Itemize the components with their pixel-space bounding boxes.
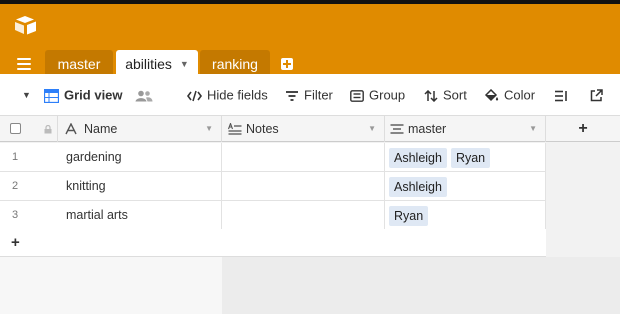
collaborators-icon[interactable]	[135, 74, 158, 116]
linked-record-pill[interactable]: Ashleigh	[389, 176, 447, 197]
row-number: 3	[12, 209, 19, 221]
linked-record-icon	[390, 124, 404, 134]
group-button[interactable]: Group	[350, 74, 405, 116]
add-table-icon[interactable]	[281, 58, 293, 70]
base-header: master abilities ▼ ranking	[0, 0, 620, 78]
table-row[interactable]: 1 gardening Ashleigh Ryan	[0, 143, 546, 172]
add-record-icon[interactable]: +	[11, 234, 20, 251]
add-record-row[interactable]: +	[0, 229, 546, 257]
cell-notes[interactable]	[222, 201, 385, 229]
text-field-icon	[65, 123, 77, 135]
cell-master[interactable]: Ashleigh	[385, 172, 546, 200]
color-label: Color	[504, 87, 536, 103]
row-height-icon[interactable]	[554, 74, 573, 116]
sort-button[interactable]: Sort	[424, 74, 467, 116]
view-switcher[interactable]: Grid view	[43, 74, 123, 116]
lock-icon	[44, 125, 52, 134]
sort-icon	[424, 89, 438, 102]
view-toolbar: ▼ Grid view Hide fields Filter Group Sor…	[0, 74, 620, 116]
row-number: 2	[12, 180, 19, 192]
share-view-icon[interactable]	[590, 74, 608, 116]
cell-name[interactable]: gardening	[58, 143, 222, 171]
hide-fields-button[interactable]: Hide fields	[187, 74, 268, 116]
grid-view: Name ▼ Notes ▼ master ▼ + 1 gardening As…	[0, 116, 620, 314]
empty-grid-area	[222, 257, 620, 314]
hamburger-menu-icon[interactable]	[17, 58, 31, 70]
view-name: Grid view	[64, 87, 123, 103]
table-row[interactable]: 2 knitting Ashleigh	[0, 172, 546, 201]
grid-header: Name ▼ Notes ▼ master ▼ +	[0, 116, 620, 142]
airtable-logo-icon[interactable]	[14, 15, 38, 35]
column-label: Notes	[246, 122, 279, 136]
linked-record-pill[interactable]: Ryan	[389, 205, 429, 226]
row-number-cell: 3	[0, 201, 58, 229]
column-label: Name	[84, 122, 118, 136]
app-window: master abilities ▼ ranking ▼ Grid view Hi…	[0, 0, 620, 314]
color-button[interactable]: Color	[484, 74, 535, 116]
column-header-notes[interactable]: Notes ▼	[222, 116, 385, 142]
code-icon	[187, 90, 202, 101]
tab-label: ranking	[212, 56, 258, 72]
column-header-master[interactable]: master ▼	[385, 116, 546, 142]
table-row[interactable]: 3 martial arts Ryan	[0, 201, 546, 230]
group-label: Group	[369, 87, 406, 103]
linked-record-pill[interactable]: Ryan	[450, 147, 491, 168]
select-all-checkbox[interactable]	[10, 123, 21, 134]
chevron-down-icon[interactable]: ▼	[180, 59, 189, 69]
chevron-down-icon[interactable]: ▼	[205, 116, 213, 142]
row-number-cell: 2	[0, 172, 58, 200]
add-field-button[interactable]: +	[546, 116, 620, 142]
row-number-cell: 1	[0, 143, 58, 171]
cell-master[interactable]: Ryan	[385, 201, 546, 229]
filter-icon	[286, 90, 298, 101]
cell-notes[interactable]	[222, 172, 385, 200]
cell-name[interactable]: knitting	[58, 172, 222, 200]
filter-label: Filter	[304, 87, 333, 103]
long-text-icon	[228, 123, 242, 135]
header-row-selector	[0, 116, 58, 142]
chevron-down-icon[interactable]: ▼	[368, 116, 376, 142]
view-switcher-chevron-icon[interactable]: ▼	[22, 74, 31, 116]
row-number: 1	[12, 151, 19, 163]
paint-bucket-icon	[484, 89, 499, 102]
frozen-columns-background	[0, 257, 222, 314]
linked-record-pill[interactable]: Ashleigh	[389, 147, 447, 168]
column-label: master	[408, 122, 447, 136]
filter-button[interactable]: Filter	[285, 74, 333, 116]
chevron-down-icon[interactable]: ▼	[529, 116, 537, 142]
tab-label: master	[57, 56, 101, 72]
tab-label: abilities	[125, 56, 172, 72]
grid-icon	[43, 88, 60, 103]
group-icon	[350, 89, 364, 102]
cell-master[interactable]: Ashleigh Ryan	[385, 143, 546, 171]
cell-name[interactable]: martial arts	[58, 201, 222, 229]
column-header-name[interactable]: Name ▼	[58, 116, 222, 142]
hide-fields-label: Hide fields	[207, 87, 268, 103]
cell-notes[interactable]	[222, 143, 385, 171]
sort-label: Sort	[443, 87, 467, 103]
